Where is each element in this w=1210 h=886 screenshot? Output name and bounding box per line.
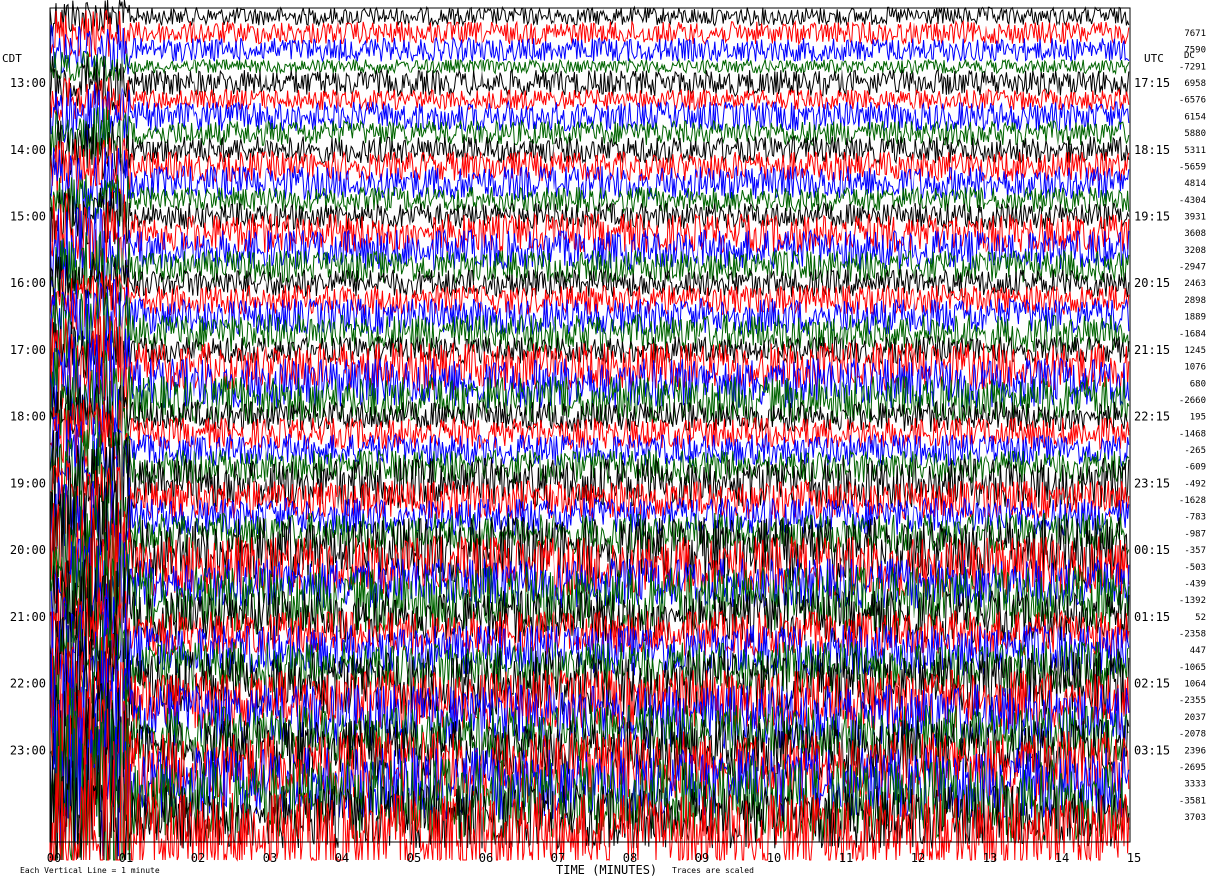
x-tick-label: 14 (1055, 851, 1069, 865)
dc-offset-label: 2898 (1184, 296, 1206, 306)
x-tick-label: 13 (983, 851, 997, 865)
dc-offset-label: -7291 (1179, 62, 1206, 72)
dc-offset-label: -439 (1184, 579, 1206, 589)
left-hour-label: 16:00 (10, 276, 46, 290)
x-tick-label: 05 (407, 851, 421, 865)
dc-offset-label: 52 (1195, 613, 1206, 623)
dc-offset-label: 4814 (1184, 179, 1206, 189)
dc-offset-label: -609 (1184, 463, 1206, 473)
x-tick-label: 06 (479, 851, 493, 865)
right-hour-label: 22:15 (1134, 410, 1170, 424)
dc-offset-label: 3333 (1184, 780, 1206, 790)
left-hour-label: 20:00 (10, 543, 46, 557)
footer-right-note: Traces are scaled (672, 866, 754, 875)
dc-offset-label: 3608 (1184, 229, 1206, 239)
dc-offset-label: 3208 (1184, 246, 1206, 256)
dc-offset-label: -987 (1184, 529, 1206, 539)
x-tick-label: 00 (47, 851, 61, 865)
x-tick-label: 10 (767, 851, 781, 865)
left-hour-label: 21:00 (10, 610, 46, 624)
x-tick-label: 12 (911, 851, 925, 865)
dc-offset-label: 6958 (1184, 79, 1206, 89)
right-hour-label: 03:15 (1134, 743, 1170, 757)
right-hour-label: 20:15 (1134, 276, 1170, 290)
dc-offset-label: 1076 (1184, 363, 1206, 373)
dc-offset-label: 2037 (1184, 713, 1206, 723)
dc-offset-label: -4304 (1179, 196, 1206, 206)
dc-offset-label: -3581 (1179, 796, 1206, 806)
dc-offset-label: -2355 (1179, 696, 1206, 706)
dc-offset-label: -2358 (1179, 630, 1206, 640)
left-hour-label: 15:00 (10, 210, 46, 224)
dc-offset-label: -1065 (1179, 663, 1206, 673)
dc-offset-label: 2396 (1184, 746, 1206, 756)
dc-offset-label: 447 (1190, 646, 1206, 656)
right-axis-label: UTC (1144, 52, 1164, 65)
left-hour-label: 14:00 (10, 143, 46, 157)
dc-offset-label: 7590 (1184, 46, 1206, 56)
left-hour-label: 13:00 (10, 76, 46, 90)
dc-offset-label: -1468 (1179, 429, 1206, 439)
dc-offset-label: -2660 (1179, 396, 1206, 406)
dc-offset-label: -783 (1184, 513, 1206, 523)
right-hour-label: 23:15 (1134, 476, 1170, 490)
dc-offset-label: -1628 (1179, 496, 1206, 506)
x-tick-label: 07 (551, 851, 565, 865)
x-tick-label: 04 (335, 851, 349, 865)
helicorder-plot: CDT UTC DC TIME (MINUTES) Each Vertical … (0, 0, 1210, 886)
dc-offset-label: 195 (1190, 413, 1206, 423)
dc-offset-label: 6154 (1184, 112, 1206, 122)
dc-offset-label: -1684 (1179, 329, 1206, 339)
right-hour-label: 21:15 (1134, 343, 1170, 357)
x-tick-label: 01 (119, 851, 133, 865)
x-tick-label: 11 (839, 851, 853, 865)
dc-offset-label: -2695 (1179, 763, 1206, 773)
right-hour-label: 00:15 (1134, 543, 1170, 557)
right-hour-label: 17:15 (1134, 76, 1170, 90)
dc-offset-label: -492 (1184, 479, 1206, 489)
x-tick-label: 15 (1127, 851, 1141, 865)
x-tick-label: 08 (623, 851, 637, 865)
dc-offset-label: 1064 (1184, 680, 1206, 690)
dc-offset-label: -265 (1184, 446, 1206, 456)
dc-offset-label: -2078 (1179, 730, 1206, 740)
right-hour-label: 02:15 (1134, 677, 1170, 691)
footer-left-note: Each Vertical Line = 1 minute (20, 866, 160, 875)
left-hour-label: 17:00 (10, 343, 46, 357)
dc-offset-label: -503 (1184, 563, 1206, 573)
dc-offset-label: 5880 (1184, 129, 1206, 139)
dc-offset-label: 3931 (1184, 213, 1206, 223)
dc-offset-label: -1392 (1179, 596, 1206, 606)
x-tick-label: 02 (191, 851, 205, 865)
dc-offset-label: 2463 (1184, 279, 1206, 289)
right-hour-label: 19:15 (1134, 210, 1170, 224)
dc-offset-label: 680 (1190, 379, 1206, 389)
left-hour-label: 22:00 (10, 677, 46, 691)
x-axis-title: TIME (MINUTES) (556, 863, 657, 877)
dc-offset-label: -357 (1184, 546, 1206, 556)
left-hour-label: 19:00 (10, 476, 46, 490)
left-hour-label: 23:00 (10, 743, 46, 757)
x-tick-label: 09 (695, 851, 709, 865)
dc-offset-label: 3703 (1184, 813, 1206, 823)
dc-offset-label: 1245 (1184, 346, 1206, 356)
dc-offset-label: 7671 (1184, 29, 1206, 39)
dc-offset-label: 5311 (1184, 146, 1206, 156)
dc-offset-label: -5659 (1179, 162, 1206, 172)
dc-offset-label: -2947 (1179, 263, 1206, 273)
right-hour-label: 18:15 (1134, 143, 1170, 157)
right-hour-label: 01:15 (1134, 610, 1170, 624)
dc-offset-label: 1889 (1184, 313, 1206, 323)
x-tick-label: 03 (263, 851, 277, 865)
dc-offset-label: -6576 (1179, 96, 1206, 106)
left-axis-label: CDT (2, 52, 22, 65)
left-hour-label: 18:00 (10, 410, 46, 424)
